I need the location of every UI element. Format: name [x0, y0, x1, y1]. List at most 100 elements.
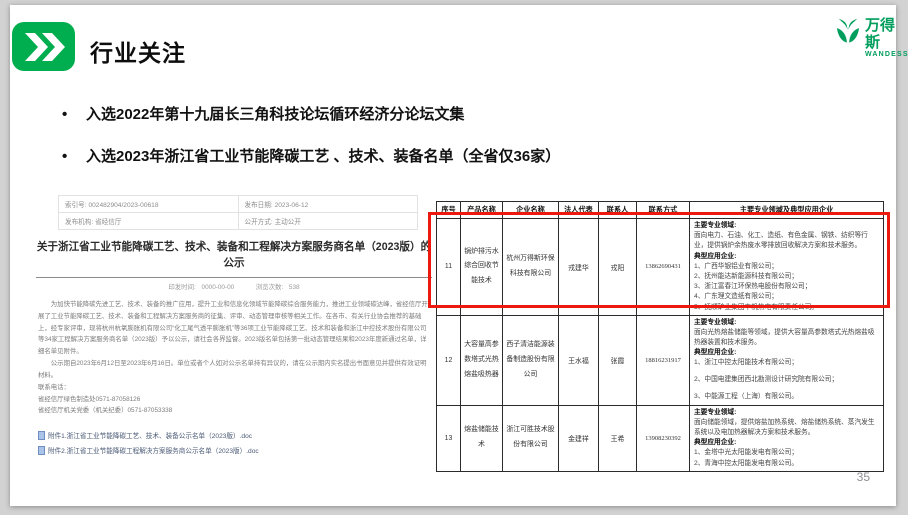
domain-text: 面向光热熔盐储能等领域，提供大容量高参数塔式光热熔盐吸热器装置和技术服务。	[694, 328, 879, 348]
announcement-document: 索引号: 002482904/2023-00618 发布日期: 2023-06-…	[30, 195, 438, 460]
apps-label: 典型应用企业:	[694, 348, 879, 358]
col-header-company: 企业名称	[503, 202, 559, 219]
page-title: 行业关注	[90, 34, 186, 68]
cell-contact: 王希	[599, 405, 637, 471]
attachment-link-2[interactable]: 附件2.浙江省工业节能降碳工程解决方案服务商公示名单（2023版）.doc	[38, 445, 430, 455]
attachment-text: 附件2.浙江省工业节能降碳工程解决方案服务商公示名单（2023版）.doc	[48, 445, 259, 455]
cell-contact: 戎阳	[599, 219, 637, 316]
app-item: 2、中国电建集团西北勘测设计研究院有限公司；	[694, 375, 879, 385]
cell-no: 12	[437, 315, 461, 405]
col-header-no: 序号	[437, 202, 461, 219]
meta-agency-label: 发布机构:	[65, 219, 93, 226]
meta-index-label: 索引号:	[65, 202, 87, 209]
bullet-item-1: • 入选2022年第十九届长三角科技论坛循环经济分论坛文集	[62, 104, 722, 125]
provider-table: 序号 产品名称 企业名称 法人代表 联系人 联系方式 主要专业领域及典型应用企业…	[436, 201, 884, 472]
table-header-row: 序号 产品名称 企业名称 法人代表 联系人 联系方式 主要专业领域及典型应用企业	[437, 202, 884, 219]
announcement-title: 关于浙江省工业节能降碳工艺、技术、装备和工程解决方案服务商名单（2023版）的公…	[30, 239, 438, 272]
announcement-subline: 印发时间: 0000-00-00 浏览次数: 538	[30, 282, 438, 291]
cell-legal-rep: 金建祥	[559, 405, 599, 471]
doc-file-icon	[38, 431, 45, 440]
announcement-meta-table: 索引号: 002482904/2023-00618 发布日期: 2023-06-…	[58, 195, 418, 230]
announcement-body: 为加快节能降碳先进工艺、技术、装备的推广应用，提升工业和信息化领域节能降碳综合服…	[38, 299, 430, 417]
app-item: 1、广西华银铝业有限公司；	[694, 262, 879, 272]
meta-index-cell: 索引号: 002482904/2023-00618	[59, 196, 239, 213]
cell-company: 浙江可胜技术股份有限公司	[503, 405, 559, 471]
apps-label: 典型应用企业:	[694, 438, 879, 448]
apps-label: 典型应用企业:	[694, 252, 879, 262]
logo-text: 万得斯 WANDESS	[865, 17, 908, 58]
cell-company: 杭州万得斯环保科技有限公司	[503, 219, 559, 316]
logo-plant-icon	[834, 17, 862, 50]
app-item: 1、浙江中控太阳能技术有限公司；	[694, 358, 879, 368]
company-logo: 万得斯 WANDESS	[834, 17, 908, 58]
doc-file-icon	[38, 446, 45, 455]
logo-name-en: WANDESS	[865, 51, 908, 58]
meta-pubdate-label: 发布日期:	[245, 202, 273, 209]
bullet-dot: •	[62, 146, 86, 167]
issue-time-label: 印发时间:	[168, 284, 195, 291]
cell-domain-detail: 主要专业领域: 面向光热熔盐储能等领域，提供大容量高参数塔式光热熔盐吸热器装置和…	[690, 315, 884, 405]
bullet-text: 入选2022年第十九届长三角科技论坛循环经济分论坛文集	[86, 104, 464, 125]
announcement-paragraph: 省经信厅机关党委（机关纪委）0571-87053338	[38, 405, 430, 417]
domain-text: 面向电力、石油、化工、造纸、有色金属、钢铁、纺织等行业，提供锅炉余热废水零排放回…	[694, 231, 879, 251]
apps-list: 1、浙江中控太阳能技术有限公司； 2、中国电建集团西北勘测设计研究院有限公司； …	[694, 358, 879, 402]
apps-list: 1、广西华银铝业有限公司； 2、抚州能达新能源科技有限公司； 3、浙江富春江环保…	[694, 262, 879, 313]
cell-product: 大容量高参数塔式光热熔盐吸热器	[461, 315, 503, 405]
cell-product: 锅炉排污水综合回收节能技术	[461, 219, 503, 316]
app-item: 3、中能源工程（上海）有限公司。	[694, 392, 879, 402]
announcement-paragraph: 省经信厅绿色制造处0571-87058126	[38, 394, 430, 406]
announcement-paragraph: 为加快节能降碳先进工艺、技术、装备的推广应用，提升工业和信息化领域节能降碳综合服…	[38, 299, 430, 358]
domain-label: 主要专业领域:	[694, 318, 879, 328]
domain-label: 主要专业领域:	[694, 221, 879, 231]
logo-name-cn: 万得斯	[865, 17, 908, 51]
app-item: 5、抚顺矿业集团中机热电有限责任公司。	[694, 303, 879, 313]
views-label: 浏览次数:	[256, 284, 283, 291]
issue-time-value: 0000-00-00	[202, 284, 235, 291]
bullet-text: 入选2023年浙江省工业节能降碳工艺 、技术、装备名单（全省仅36家）	[86, 146, 560, 167]
app-item: 4、广东理文造纸有限公司；	[694, 292, 879, 302]
cell-phone: 13862690431	[637, 219, 690, 316]
provider-table-panel: 序号 产品名称 企业名称 法人代表 联系人 联系方式 主要专业领域及典型应用企业…	[425, 196, 903, 481]
bullet-list: • 入选2022年第十九届长三角科技论坛循环经济分论坛文集 • 入选2023年浙…	[62, 104, 722, 188]
attachment-link-1[interactable]: 附件1.浙江省工业节能降碳工艺、技术、装备公示名单（2023版）.doc	[38, 430, 430, 440]
domain-text: 面向储能领域，提供熔盐加热系统、熔盐储热系统、蒸汽发生系统以及电加热器解决方案和…	[694, 418, 879, 438]
double-chevron-icon	[12, 22, 75, 71]
meta-agency-cell: 发布机构: 省经信厅	[59, 213, 239, 230]
table-row: 11 锅炉排污水综合回收节能技术 杭州万得斯环保科技有限公司 戎建华 戎阳 13…	[437, 219, 884, 316]
cell-contact: 张霞	[599, 315, 637, 405]
meta-mode-value: 主动公开	[275, 219, 301, 226]
cell-company: 西子清洁能源装备制造股份有限公司	[503, 315, 559, 405]
meta-index-value: 002482904/2023-00618	[88, 202, 158, 209]
cell-phone: 18816231917	[637, 315, 690, 405]
col-header-domain: 主要专业领域及典型应用企业	[690, 202, 884, 219]
meta-mode-cell: 公开方式: 主动公开	[238, 213, 418, 230]
attachment-list: 附件1.浙江省工业节能降碳工艺、技术、装备公示名单（2023版）.doc 附件2…	[38, 430, 430, 455]
bullet-dot: •	[62, 104, 86, 125]
meta-pubdate-value: 2023-06-12	[275, 202, 309, 209]
bullet-item-2: • 入选2023年浙江省工业节能降碳工艺 、技术、装备名单（全省仅36家）	[62, 146, 722, 167]
apps-list: 1、金塔中光太阳能发电有限公司； 2、青海中控太阳能发电有限公司。	[694, 448, 879, 468]
table-row: 13 熔盐储能技术 浙江可胜技术股份有限公司 金建祥 王希 1390823039…	[437, 405, 884, 471]
cell-product: 熔盐储能技术	[461, 405, 503, 471]
app-item: 3、浙江富春江环保热电股份有限公司；	[694, 282, 879, 292]
domain-label: 主要专业领域:	[694, 408, 879, 418]
cell-legal-rep: 王水福	[559, 315, 599, 405]
table-row: 12 大容量高参数塔式光热熔盐吸热器 西子清洁能源装备制造股份有限公司 王水福 …	[437, 315, 884, 405]
app-item: 1、金塔中光太阳能发电有限公司；	[694, 448, 879, 458]
announcement-paragraph: 联系电话：	[38, 382, 430, 394]
cell-domain-detail: 主要专业领域: 面向储能领域，提供熔盐加热系统、熔盐储热系统、蒸汽发生系统以及电…	[690, 405, 884, 471]
col-header-product: 产品名称	[461, 202, 503, 219]
presentation-slide: 行业关注 万得斯 WANDESS • 入选2022年第十九届长三角科技论坛循环经…	[10, 5, 896, 506]
announcement-paragraph: 公示期自2023年6月12日至2023年6月16日。单位或者个人如对公示名单持有…	[38, 358, 430, 382]
cell-no: 11	[437, 219, 461, 316]
app-item: 2、抚州能达新能源科技有限公司；	[694, 272, 879, 282]
meta-mode-label: 公开方式:	[245, 219, 273, 226]
cell-legal-rep: 戎建华	[559, 219, 599, 316]
screenshot-stage: 行业关注 万得斯 WANDESS • 入选2022年第十九届长三角科技论坛循环经…	[0, 0, 908, 515]
attachment-text: 附件1.浙江省工业节能降碳工艺、技术、装备公示名单（2023版）.doc	[48, 430, 252, 440]
app-item: 2、青海中控太阳能发电有限公司。	[694, 459, 879, 469]
divider-line	[36, 277, 432, 278]
page-number: 35	[857, 470, 870, 484]
col-header-legal-rep: 法人代表	[559, 202, 599, 219]
cell-domain-detail: 主要专业领域: 面向电力、石油、化工、造纸、有色金属、钢铁、纺织等行业，提供锅炉…	[690, 219, 884, 316]
